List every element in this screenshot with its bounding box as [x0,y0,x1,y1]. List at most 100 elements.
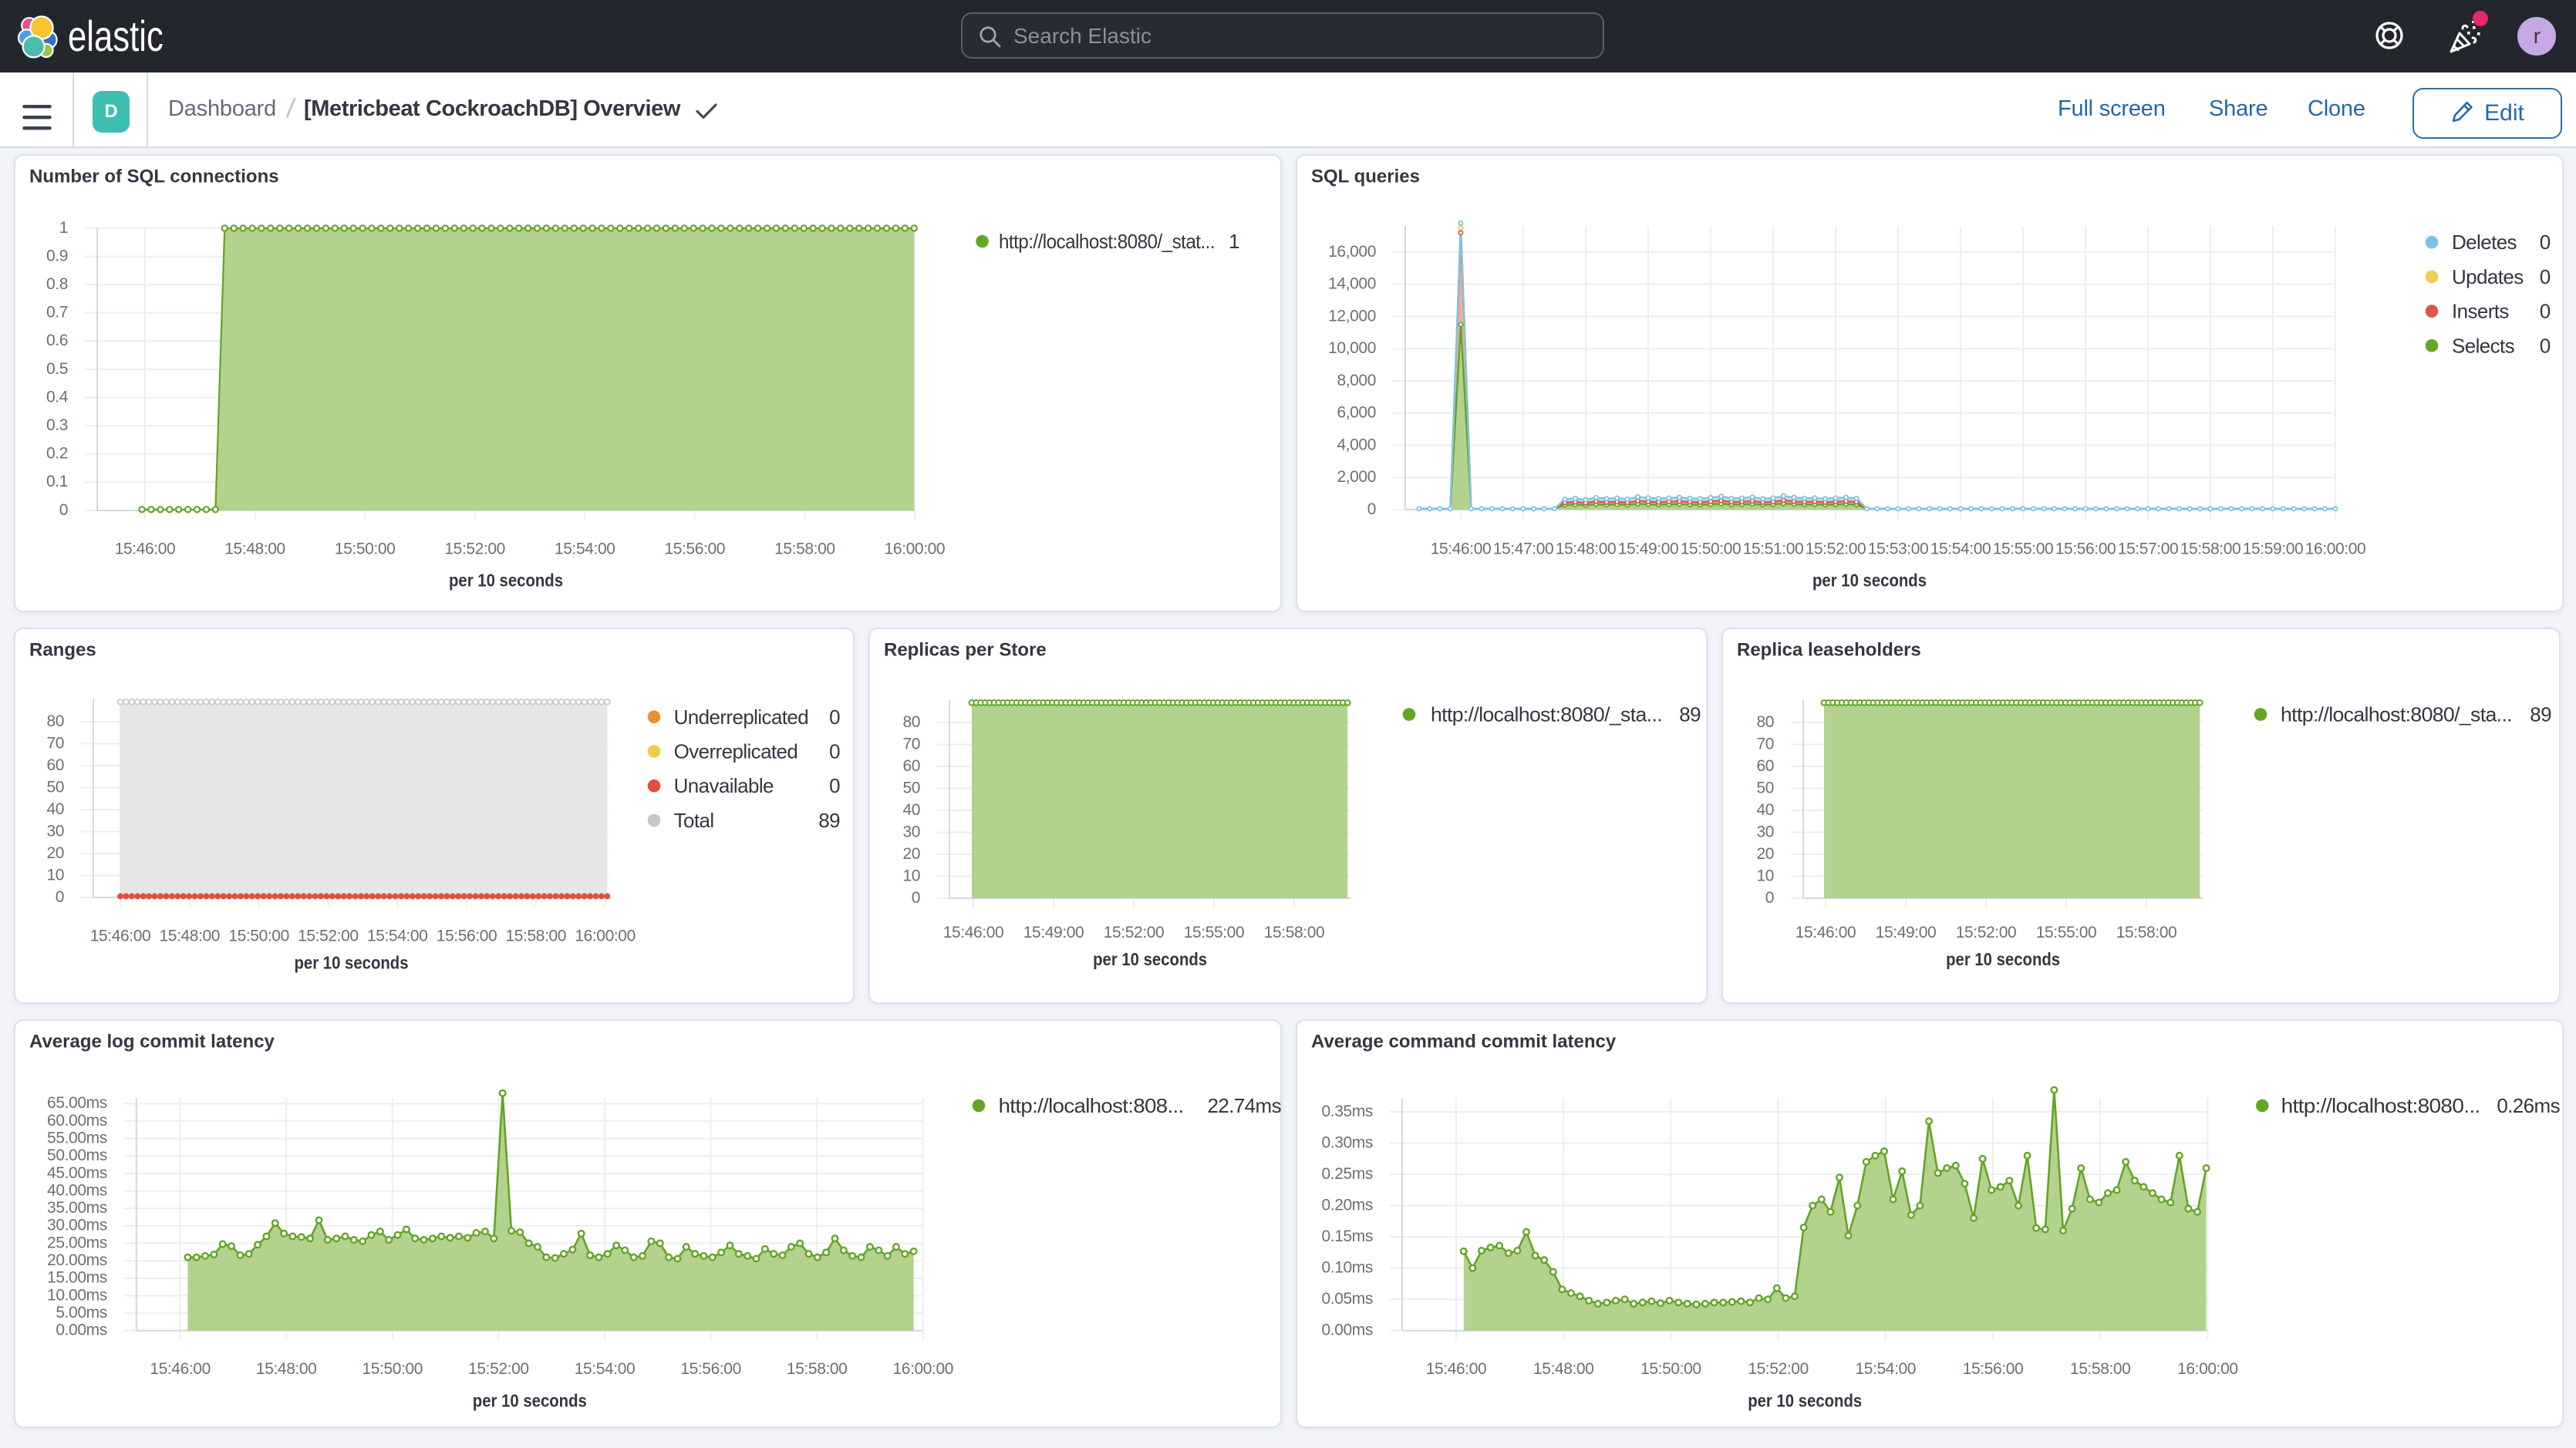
svg-text:0: 0 [1765,888,1773,906]
svg-text:0.30ms: 0.30ms [1321,1133,1372,1150]
svg-text:0: 0 [2539,264,2550,288]
svg-text:15:54:00: 15:54:00 [367,927,428,945]
svg-text:15:55:00: 15:55:00 [1183,923,1244,941]
svg-text:70: 70 [902,734,919,752]
svg-text:15:58:00: 15:58:00 [1263,923,1324,941]
svg-text:0.6: 0.6 [46,331,68,349]
svg-text:15:52:00: 15:52:00 [1747,1359,1808,1377]
svg-text:per 10 seconds: per 10 seconds [449,570,563,590]
svg-text:55.00ms: 55.00ms [47,1129,107,1147]
svg-text:89: 89 [2529,702,2551,726]
svg-text:0: 0 [911,888,919,906]
svg-text:15:54:00: 15:54:00 [1930,540,1991,557]
svg-text:SQL queries: SQL queries [1310,165,1419,186]
svg-text:15:59:00: 15:59:00 [2242,540,2303,557]
svg-text:10: 10 [46,865,64,883]
svg-text:15:56:00: 15:56:00 [2055,540,2116,557]
svg-text:60: 60 [902,756,919,774]
svg-text:0: 0 [2539,333,2550,356]
svg-text:0.15ms: 0.15ms [1321,1227,1372,1244]
svg-text:15:50:00: 15:50:00 [335,540,396,557]
svg-text:0.7: 0.7 [46,303,68,321]
svg-text:15:56:00: 15:56:00 [437,927,497,945]
svg-text:15:48:00: 15:48:00 [224,540,285,557]
svg-text:80: 80 [1755,712,1773,730]
svg-text:15:58:00: 15:58:00 [787,1359,848,1377]
svg-text:15:58:00: 15:58:00 [2116,923,2176,941]
svg-text:per 10 seconds: per 10 seconds [295,951,409,972]
svg-text:Ranges: Ranges [29,638,96,659]
svg-text:Overreplicated: Overreplicated [674,739,798,763]
svg-text:0.20ms: 0.20ms [1321,1195,1372,1213]
svg-text:15:52:00: 15:52:00 [444,540,505,557]
svg-text:http://localhost:8080...: http://localhost:8080... [2281,1093,2480,1116]
svg-text:0.00ms: 0.00ms [56,1321,106,1339]
svg-text:15:56:00: 15:56:00 [665,540,726,557]
svg-text:15:48:00: 15:48:00 [1555,540,1616,557]
svg-text:40: 40 [46,800,64,817]
svg-text:0.00ms: 0.00ms [1321,1321,1372,1339]
svg-text:Inserts: Inserts [2451,299,2508,322]
svg-text:16:00:00: 16:00:00 [893,1359,954,1377]
svg-text:0: 0 [2539,230,2550,253]
svg-text:4,000: 4,000 [1336,435,1375,453]
svg-text:60: 60 [46,756,64,773]
svg-text:12,000: 12,000 [1327,306,1375,324]
svg-text:15:55:00: 15:55:00 [1992,540,2053,557]
svg-text:80: 80 [46,712,64,729]
svg-text:15:46:00: 15:46:00 [115,540,176,557]
svg-text:30.00ms: 30.00ms [47,1216,107,1234]
svg-text:15:49:00: 15:49:00 [1023,923,1084,941]
svg-text:http://localhost:808...: http://localhost:808... [999,1093,1184,1116]
svg-text:65.00ms: 65.00ms [47,1093,107,1111]
svg-text:15:56:00: 15:56:00 [680,1359,741,1377]
svg-text:Average command commit latency: Average command commit latency [1310,1030,1616,1051]
svg-text:15:46:00: 15:46:00 [1430,540,1491,557]
svg-text:0: 0 [2539,299,2550,322]
svg-text:15:47:00: 15:47:00 [1492,540,1553,557]
svg-text:8,000: 8,000 [1336,371,1375,389]
svg-text:0.9: 0.9 [46,246,68,264]
svg-text:15:52:00: 15:52:00 [1103,923,1164,941]
svg-text:10,000: 10,000 [1327,338,1375,356]
svg-text:40: 40 [902,800,919,818]
svg-text:15:46:00: 15:46:00 [1425,1359,1486,1377]
svg-text:15:56:00: 15:56:00 [1962,1359,2023,1377]
svg-text:15:50:00: 15:50:00 [1640,1359,1701,1377]
svg-text:15:52:00: 15:52:00 [468,1359,529,1377]
svg-text:Selects: Selects [2451,333,2514,356]
svg-text:30: 30 [1755,822,1773,840]
svg-text:0: 0 [829,773,840,796]
svg-text:0.10ms: 0.10ms [1321,1258,1372,1276]
svg-text:1: 1 [1229,229,1239,252]
svg-text:35.00ms: 35.00ms [47,1198,107,1216]
svg-text:40: 40 [1755,800,1773,818]
svg-text:15:46:00: 15:46:00 [150,1359,211,1377]
svg-text:16:00:00: 16:00:00 [2305,540,2365,557]
svg-text:14,000: 14,000 [1327,274,1375,292]
svg-text:15:54:00: 15:54:00 [1855,1359,1916,1377]
svg-text:16:00:00: 16:00:00 [2176,1359,2237,1377]
svg-text:0: 0 [59,500,68,518]
svg-text:15:58:00: 15:58:00 [774,540,835,557]
svg-text:50: 50 [46,777,64,795]
svg-text:20: 20 [1755,844,1773,862]
svg-text:60.00ms: 60.00ms [47,1111,107,1129]
svg-text:70: 70 [1755,734,1773,752]
svg-text:60: 60 [1755,756,1773,774]
svg-text:50.00ms: 50.00ms [47,1146,107,1163]
svg-text:0.2: 0.2 [46,444,68,462]
svg-text:15:48:00: 15:48:00 [160,927,221,945]
svg-text:Unavailable: Unavailable [674,773,774,796]
svg-text:20.00ms: 20.00ms [47,1251,107,1268]
svg-text:Deletes: Deletes [2451,230,2517,253]
svg-text:Total: Total [674,808,714,831]
svg-text:25.00ms: 25.00ms [47,1233,107,1251]
svg-text:0.5: 0.5 [46,359,68,377]
svg-text:15:46:00: 15:46:00 [1795,923,1856,941]
svg-text:http://localhost:8080/_sta...: http://localhost:8080/_sta... [1430,702,1661,726]
svg-text:http://localhost:8080/_sta...: http://localhost:8080/_sta... [2280,702,2511,726]
svg-text:0.4: 0.4 [46,387,69,405]
svg-text:30: 30 [46,821,64,839]
svg-text:15:48:00: 15:48:00 [256,1359,317,1377]
